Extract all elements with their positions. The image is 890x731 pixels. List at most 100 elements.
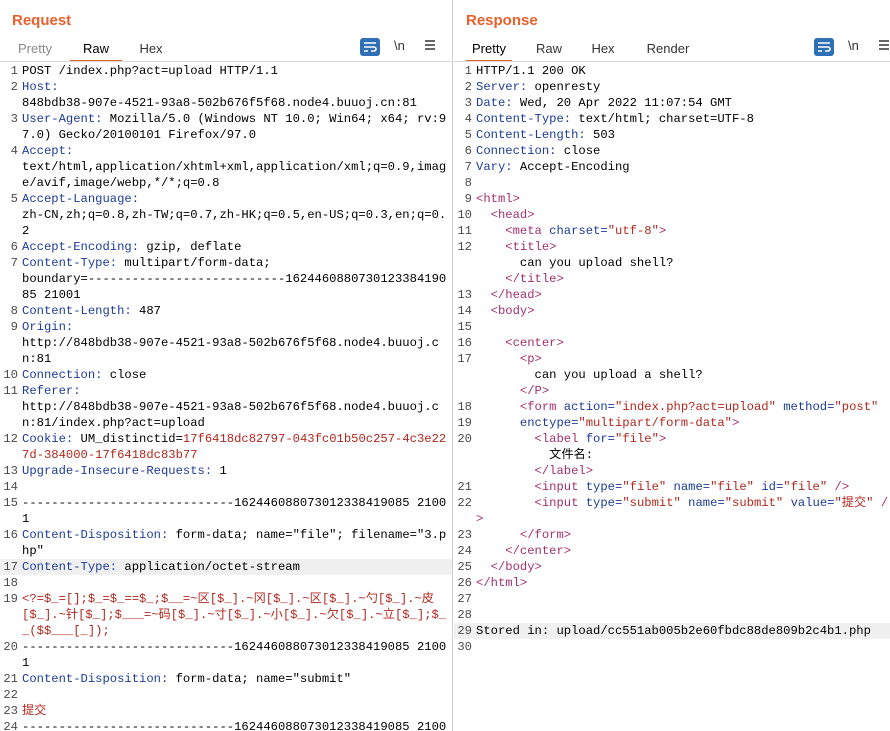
hamburger-menu-icon[interactable] xyxy=(424,38,436,55)
line-number: 1 xyxy=(464,64,472,78)
response-editor[interactable]: 1 HTTP/1.1 200 OK 2 Server: openresty 3 Date:… xyxy=(454,63,890,655)
line-text: Connection: close xyxy=(476,144,601,158)
line-text: <center> xyxy=(505,336,564,350)
line-number: 3 xyxy=(10,112,18,126)
response-tab-pretty[interactable]: Pretty xyxy=(466,39,512,62)
line-text: Cookie: UM_distinctid=17f6418dc82797-043… xyxy=(22,432,447,462)
line-number: 16 xyxy=(457,336,472,350)
request-line: 22 xyxy=(0,687,452,703)
line-number: 27 xyxy=(457,592,472,606)
line-number: 17 xyxy=(3,560,18,574)
line-number: 25 xyxy=(457,560,472,574)
request-editor[interactable]: 1 POST /index.php?act=upload HTTP/1.1 2 Hos… xyxy=(0,63,452,731)
response-line: 21 <input type="file" name="file" id="fi… xyxy=(454,479,890,495)
line-number: 16 xyxy=(3,528,18,542)
line-text: <html> xyxy=(476,192,520,206)
request-line: 16 Content-Disposition: form-data; name="… xyxy=(0,527,452,559)
line-text: Connection: close xyxy=(22,368,147,382)
line-number: 2 xyxy=(10,80,18,94)
response-line: 4 Content-Type: text/html; charset=UTF-8 xyxy=(454,111,890,127)
request-line: 21 Content-Disposition: form-data; name="… xyxy=(0,671,452,687)
wrap-icon xyxy=(818,42,831,52)
response-line: 6 Connection: close xyxy=(454,143,890,159)
line-number: 20 xyxy=(457,432,472,446)
response-line: </title> xyxy=(454,271,890,287)
line-number: 26 xyxy=(457,576,472,590)
line-text: Content-Type: application/octet-stream xyxy=(22,560,300,574)
request-line: 1 POST /index.php?act=upload HTTP/1.1 xyxy=(0,63,452,79)
line-text: Vary: Accept-Encoding xyxy=(476,160,630,174)
word-wrap-button[interactable] xyxy=(360,38,380,56)
response-line: 文件名: xyxy=(454,447,890,463)
newline-toggle-button[interactable]: \n xyxy=(848,38,859,53)
line-number: 11 xyxy=(457,224,472,238)
line-text: </form> xyxy=(519,528,572,542)
line-text: Date: Wed, 20 Apr 2022 11:07:54 GMT xyxy=(476,96,732,110)
request-line: 20 -----------------------------162446088… xyxy=(0,639,452,671)
response-line: 25 </body> xyxy=(454,559,890,575)
response-line: 10 <head> xyxy=(454,207,890,223)
response-line: 2 Server: openresty xyxy=(454,79,890,95)
line-number: 7 xyxy=(464,160,472,174)
request-line: 12 Cookie: UM_distinctid=17f6418dc82797-0… xyxy=(0,431,452,463)
response-line: 18 <form action="index.php?act=upload" m… xyxy=(454,399,890,415)
request-tab-raw[interactable]: Raw xyxy=(70,39,122,62)
response-line: 12 <title> xyxy=(454,239,890,255)
line-number: 6 xyxy=(10,240,18,254)
line-text: User-Agent: Mozilla/5.0 (Windows NT 10.0… xyxy=(22,112,447,142)
line-number: 8 xyxy=(464,176,472,190)
newline-toggle-button[interactable]: \n xyxy=(394,38,405,53)
line-number: 13 xyxy=(457,288,472,302)
request-line: boundary=---------------------------1624… xyxy=(0,271,452,303)
response-line: 7 Vary: Accept-Encoding xyxy=(454,159,890,175)
line-number: 24 xyxy=(3,720,18,731)
request-line: 14 xyxy=(0,479,452,495)
line-text: <form action="index.php?act=upload" meth… xyxy=(519,400,879,414)
request-tab-hex[interactable]: Hex xyxy=(132,39,170,62)
line-number: 12 xyxy=(457,240,472,254)
request-line: text/html,application/xhtml+xml,applicat… xyxy=(0,159,452,191)
request-divider xyxy=(0,61,452,62)
word-wrap-button[interactable] xyxy=(814,38,834,56)
response-line: 23 </form> xyxy=(454,527,890,543)
response-line: 5 Content-Length: 503 xyxy=(454,127,890,143)
line-number xyxy=(0,159,22,191)
response-line: 26 </html> xyxy=(454,575,890,591)
line-text: Content-Type: multipart/form-data; xyxy=(22,256,271,270)
response-divider xyxy=(454,61,890,62)
request-tab-pretty[interactable]: Pretty xyxy=(12,39,58,62)
line-number xyxy=(454,447,476,463)
response-line: 3 Date: Wed, 20 Apr 2022 11:07:54 GMT xyxy=(454,95,890,111)
line-text: http://848bdb38-907e-4521-93a8-502b676f5… xyxy=(22,400,439,430)
response-line: 30 xyxy=(454,639,890,655)
hamburger-menu-icon[interactable] xyxy=(878,38,890,55)
line-number: 22 xyxy=(3,688,18,702)
response-tab-raw[interactable]: Raw xyxy=(528,39,570,62)
response-line: can you upload a shell? xyxy=(454,367,890,383)
line-text xyxy=(22,687,452,703)
line-number: 12 xyxy=(3,432,18,446)
line-number: 3 xyxy=(464,96,472,110)
response-line: 9 <html> xyxy=(454,191,890,207)
line-number: 21 xyxy=(457,480,472,494)
response-line: 20 <label for="file"> xyxy=(454,431,890,447)
line-number: 17 xyxy=(457,352,472,366)
request-line: 9 Origin: xyxy=(0,319,452,335)
line-text: <input type="file" name="file" id="file"… xyxy=(534,480,850,494)
line-number: 6 xyxy=(464,144,472,158)
line-number: 1 xyxy=(10,64,18,78)
response-line: 13 </head> xyxy=(454,287,890,303)
request-line: 18 xyxy=(0,575,452,591)
line-text: Origin: xyxy=(22,320,74,334)
response-tab-render[interactable]: Render xyxy=(640,39,696,62)
line-number: 11 xyxy=(3,384,18,398)
line-number: 21 xyxy=(3,672,18,686)
response-line: 17 <p> xyxy=(454,351,890,367)
request-line: 13 Upgrade-Insecure-Requests: 1 xyxy=(0,463,452,479)
line-number: 19 xyxy=(457,416,472,430)
request-title: Request xyxy=(12,12,72,29)
response-tab-hex[interactable]: Hex xyxy=(584,39,622,62)
line-text: text/html,application/xhtml+xml,applicat… xyxy=(22,160,447,190)
request-line: 5 Accept-Language: xyxy=(0,191,452,207)
request-pane: Request Pretty Raw Hex \n 1 POST /index.p… xyxy=(0,0,453,731)
